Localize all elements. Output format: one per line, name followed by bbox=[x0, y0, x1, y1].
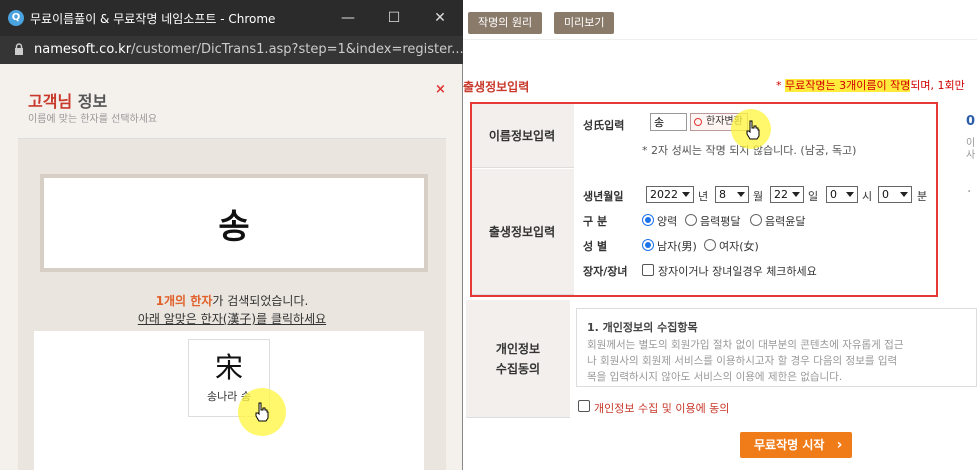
surname-label: 성氏입력 bbox=[583, 119, 625, 132]
chevron-down-icon bbox=[737, 192, 745, 197]
calendar-label: 구 분 bbox=[583, 215, 608, 228]
side-text: 0 bbox=[966, 114, 976, 129]
popup-window: Q 무료이름풀이 & 무료작명 네임소프트 - Chrome — ☐ ✕ nam… bbox=[0, 0, 464, 471]
eldest-checkbox-label: 장자이거나 장녀일경우 체크하세요 bbox=[658, 265, 817, 278]
chevron-down-icon bbox=[846, 192, 854, 197]
click-hint-text: 아래 알맞은 한자(漢子)를 클릭하세요 bbox=[137, 312, 327, 326]
eldest-label: 장자/장녀 bbox=[583, 265, 628, 278]
privacy-heading: 1. 개인정보의 수집항목 bbox=[587, 321, 698, 334]
chevron-down-icon bbox=[792, 192, 800, 197]
close-window-button[interactable]: ✕ bbox=[428, 6, 452, 30]
month-unit: 월 bbox=[753, 190, 764, 203]
lock-icon bbox=[15, 43, 23, 55]
privacy-line: 목을 입력하시지 않아도 서비스의 이용에 제한은 없습니다. bbox=[587, 371, 843, 383]
radio-lunar-leap[interactable] bbox=[750, 214, 762, 226]
radio-female[interactable] bbox=[704, 239, 716, 251]
month-select[interactable]: 8 bbox=[715, 186, 749, 203]
hanja-list: 宋 송나라 송 bbox=[34, 331, 424, 471]
eldest-checkbox[interactable] bbox=[642, 264, 654, 276]
side-text: · bbox=[967, 184, 972, 200]
radio-male[interactable] bbox=[642, 239, 654, 251]
privacy-consent-label: 개인정보 수집 및 이용에 동의 bbox=[594, 402, 730, 415]
top-tab-bar: 작명의 원리 미리보기 bbox=[460, 0, 977, 40]
birthdate-label: 생년월일 bbox=[583, 190, 624, 203]
radio-solar-label: 양력 bbox=[657, 215, 678, 228]
window-title: 무료이름풀이 & 무료작명 네임소프트 - Chrome bbox=[30, 12, 276, 26]
name-display: 송 bbox=[40, 174, 428, 272]
address-bar[interactable]: namesoft.co.kr/customer/DicTrans1.asp?st… bbox=[0, 36, 464, 64]
start-free-naming-button[interactable]: 무료작명 시작 › bbox=[740, 432, 853, 458]
row-head-name: 이름정보입력 bbox=[470, 104, 574, 168]
close-popup-icon[interactable]: × bbox=[435, 82, 446, 97]
minimize-button[interactable]: — bbox=[336, 6, 360, 30]
year-select[interactable]: 2022 bbox=[646, 186, 694, 203]
surname-input[interactable] bbox=[650, 113, 687, 131]
row-head-birth: 출생정보입력 bbox=[470, 169, 574, 295]
radio-lunar-normal-label: 음력평달 bbox=[700, 215, 741, 228]
hour-unit: 시 bbox=[862, 190, 873, 203]
site-favicon-icon: Q bbox=[8, 10, 24, 26]
section-title: 출생정보입력 bbox=[463, 80, 530, 94]
minute-unit: 분 bbox=[917, 190, 928, 203]
customer-info-title: 고객님 정보 bbox=[28, 92, 108, 111]
privacy-line: 나 회원사의 회원제 서비스를 이용하시고자 할 경우 다음의 정보를 입력 bbox=[587, 355, 898, 367]
hand-cursor-icon bbox=[746, 120, 760, 140]
radio-lunar-normal[interactable] bbox=[685, 214, 697, 226]
free-naming-notice: * 무료작명는 3개이름이 작명되며, 1회만 bbox=[776, 79, 965, 92]
radio-male-label: 남자(男) bbox=[657, 240, 697, 253]
window-titlebar: Q 무료이름풀이 & 무료작명 네임소프트 - Chrome — ☐ ✕ bbox=[0, 0, 463, 36]
privacy-terms-box[interactable]: 1. 개인정보의 수집항목 회원께서는 별도의 회원가입 절차 없이 대부분의 … bbox=[576, 308, 977, 387]
year-unit: 년 bbox=[698, 190, 709, 203]
chevron-down-icon bbox=[682, 192, 690, 197]
popup-content: 고객님 정보 이름에 맞는 한자를 선택하세요 × 송 1개의 한자가 검색되었… bbox=[0, 64, 462, 471]
day-select[interactable]: 22 bbox=[770, 186, 804, 203]
hanja-character: 宋 bbox=[214, 351, 243, 384]
radio-female-label: 여자(女) bbox=[719, 240, 759, 253]
tab-naming-principle[interactable]: 작명의 원리 bbox=[468, 12, 543, 34]
minute-select[interactable]: 0 bbox=[878, 186, 912, 203]
privacy-line: 회원께서는 별도의 회원가입 절차 없이 대부분의 콘텐츠에 자유롭게 접근 bbox=[587, 339, 904, 351]
hand-cursor-icon bbox=[255, 402, 269, 422]
hanja-selection-panel: 송 1개의 한자가 검색되었습니다. 아래 알맞은 한자(漢子)를 클릭하세요 … bbox=[18, 138, 446, 471]
refresh-icon bbox=[694, 118, 702, 126]
customer-info-subtitle: 이름에 맞는 한자를 선택하세요 bbox=[28, 114, 158, 125]
privacy-consent-checkbox[interactable] bbox=[578, 400, 590, 412]
radio-lunar-leap-label: 음력윤달 bbox=[765, 215, 806, 228]
maximize-button[interactable]: ☐ bbox=[382, 6, 406, 30]
hour-select[interactable]: 0 bbox=[826, 186, 858, 203]
url-text: namesoft.co.kr/customer/DicTrans1.asp?st… bbox=[34, 42, 464, 57]
search-result-text: 1개의 한자가 검색되었습니다. bbox=[155, 294, 309, 308]
chevron-right-icon: › bbox=[836, 437, 843, 453]
gender-label: 성 별 bbox=[583, 240, 608, 253]
side-text: 사 bbox=[966, 150, 976, 161]
tab-preview[interactable]: 미리보기 bbox=[554, 12, 615, 34]
radio-solar[interactable] bbox=[642, 214, 654, 226]
day-unit: 일 bbox=[808, 190, 819, 203]
row-head-privacy: 개인정보 수집동의 bbox=[466, 300, 570, 418]
chevron-down-icon bbox=[900, 192, 908, 197]
